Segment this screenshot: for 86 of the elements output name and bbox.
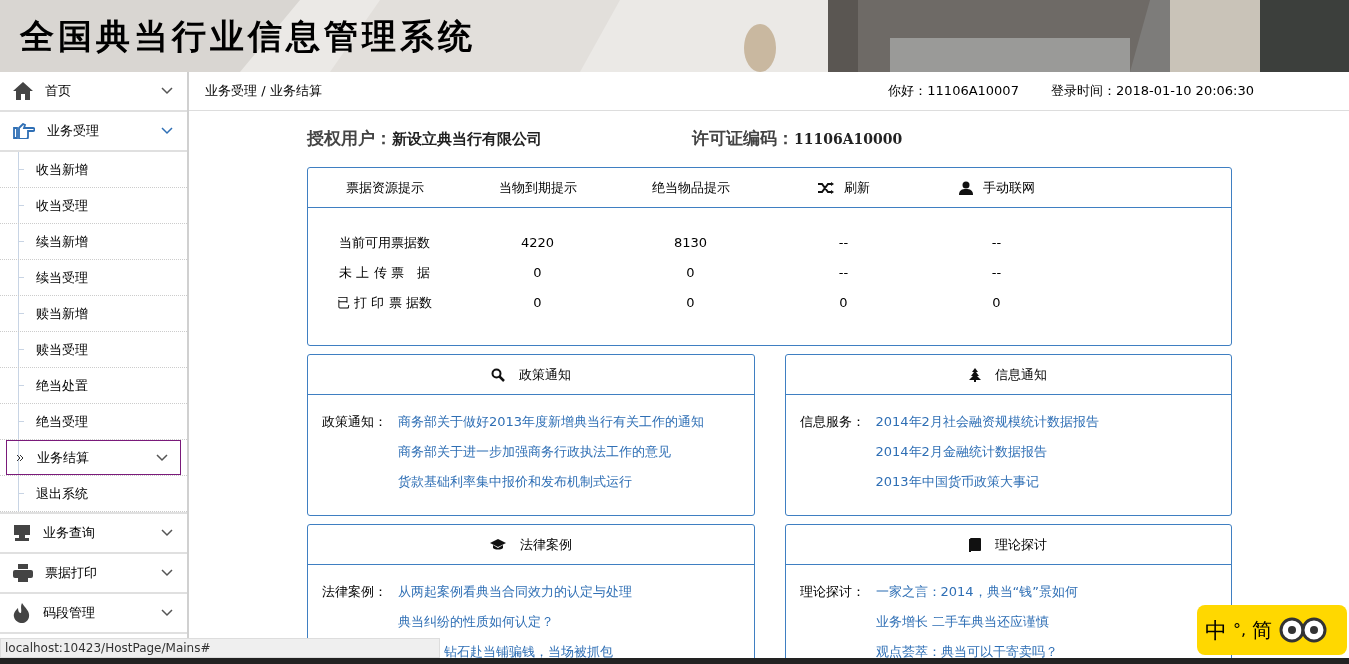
notice-link[interactable]: 典当纠纷的性质如何认定？ [398, 607, 554, 637]
notice-link[interactable]: 从两起案例看典当合同效力的认定与处理 [398, 577, 632, 607]
submenu-item[interactable]: 续当新增 [6, 224, 181, 259]
panel-title: 信息通知 [995, 365, 1048, 384]
sidebar-menu-item[interactable]: 业务受理 [0, 112, 187, 152]
submenu-item[interactable]: 赎当新增 [6, 296, 181, 331]
notice-link[interactable]: 商务部关于进一步加强商务行政执法工作的意见 [398, 437, 671, 467]
greeting-text: 你好：11106A10007 [888, 82, 1019, 101]
chevron-down-icon [161, 529, 173, 537]
status-bar: localhost:10423/HostPage/Mains# [0, 638, 440, 658]
printer-icon [13, 564, 33, 582]
sidebar-menu-item[interactable]: 票据打印 [0, 554, 187, 594]
license-label: 许可证编码： [692, 127, 794, 151]
notice-link[interactable]: 观点荟萃：典当可以干寄卖吗？ [875, 637, 1058, 664]
breadcrumb: 业务受理 / 业务结算 [205, 82, 323, 101]
submenu-item[interactable]: 绝当受理 [6, 404, 181, 439]
column-header: 票据资源提示 [345, 178, 424, 197]
double-chevron-icon [17, 454, 23, 461]
notice-link[interactable]: 商务部关于做好2013年度新增典当行有关工作的通知 [398, 407, 705, 437]
pointing-hand-icon [13, 123, 35, 139]
table-cell-text: -- [991, 234, 1002, 253]
monitor-icon [13, 525, 31, 541]
category-label: 政策通知： [322, 413, 388, 431]
book-icon [969, 537, 982, 552]
table-cell-text: -- [991, 264, 1002, 283]
table-cell-text: 已 打 印 票 据数 [337, 294, 432, 313]
submenu-item[interactable]: 收当新增 [6, 152, 181, 187]
login-time: 登录时间：2018-01-10 20:06:30 [1050, 82, 1254, 101]
tree-icon [969, 367, 982, 382]
column-header: 绝当物品提示 [651, 178, 730, 197]
table-cell-text: 4220 [520, 234, 555, 253]
flame-icon [13, 603, 31, 623]
notice-link[interactable]: 2014年2月社会融资规模统计数据报告 [875, 407, 1099, 437]
home-icon [13, 82, 33, 100]
chevron-down-icon [156, 453, 168, 462]
category-label: 理论探讨： [799, 583, 866, 601]
column-header[interactable]: 刷新 [843, 177, 870, 198]
table-cell-text: 当前可用票据数 [339, 234, 430, 253]
chevron-down-icon [161, 87, 173, 95]
table-cell-text: 0 [686, 294, 695, 313]
sidebar-menu-item[interactable]: 首页 [0, 72, 187, 112]
notice-link[interactable]: 2013年中国货币政策大事记 [875, 467, 1039, 497]
table-cell-text: -- [838, 264, 849, 283]
table-cell-text: 0 [533, 294, 542, 313]
ime-toolbar[interactable]: 中 °, 简 [1197, 605, 1347, 655]
panel-title: 理论探讨 [995, 535, 1048, 554]
panel-title: 政策通知 [518, 365, 571, 384]
table-cell-text: 未 上 传 票 据 [339, 264, 430, 283]
user-label: 授权用户： [307, 127, 392, 151]
notice-link[interactable]: 2014年2月金融统计数据报告 [875, 437, 1047, 467]
notice-link[interactable]: 钻石赴当铺骗钱，当场被抓包 [444, 637, 613, 664]
user-icon [958, 180, 973, 195]
user-name: 新设立典当行有限公司 [392, 128, 543, 150]
chevron-down-icon [161, 127, 173, 135]
table-cell-text: 0 [992, 294, 1001, 313]
category-label: 法律案例： [322, 583, 388, 601]
ime-mode[interactable]: 中 [1205, 613, 1227, 647]
chevron-down-icon [161, 609, 173, 617]
table-cell-text: 0 [839, 294, 848, 313]
submenu-item[interactable]: 收当受理 [6, 188, 181, 223]
search-icon [490, 367, 505, 382]
graduation-cap-icon [489, 538, 506, 551]
chevron-down-icon [161, 569, 173, 577]
submenu-item[interactable]: 绝当处置 [6, 368, 181, 403]
sidebar-menu-item[interactable]: 码段管理 [0, 594, 187, 634]
notice-link[interactable]: 业务增长 二手车典当还应谨慎 [875, 607, 1049, 637]
sidebar-menu-item[interactable]: 业务查询 [0, 514, 187, 554]
ime-punctuation[interactable]: °, [1233, 618, 1247, 642]
submenu-item[interactable]: 赎当受理 [6, 332, 181, 367]
ime-script[interactable]: 简 [1252, 615, 1273, 645]
notice-link[interactable]: 货款基础利率集中报价和发布机制式运行 [398, 467, 632, 497]
submenu-item[interactable]: 续当受理 [6, 260, 181, 295]
table-cell-text: 0 [686, 264, 695, 283]
panel-title: 法律案例 [519, 535, 572, 554]
notice-link[interactable]: 一家之言：2014，典当“钱”景如何 [875, 577, 1079, 607]
column-header: 当物到期提示 [498, 178, 577, 197]
submenu-item[interactable]: 退出系统 [6, 476, 181, 511]
table-cell-text: -- [838, 234, 849, 253]
system-title: 全国典当行业信息管理系统 [20, 16, 476, 56]
table-cell-text: 8130 [673, 234, 708, 253]
table-cell-text: 0 [533, 264, 542, 283]
column-header[interactable]: 手动联网 [982, 177, 1035, 198]
license-code: 11106A10000 [794, 129, 903, 149]
shuffle-icon [817, 181, 834, 194]
category-label: 信息服务： [799, 413, 866, 431]
submenu-item[interactable]: 业务结算 [6, 440, 181, 475]
